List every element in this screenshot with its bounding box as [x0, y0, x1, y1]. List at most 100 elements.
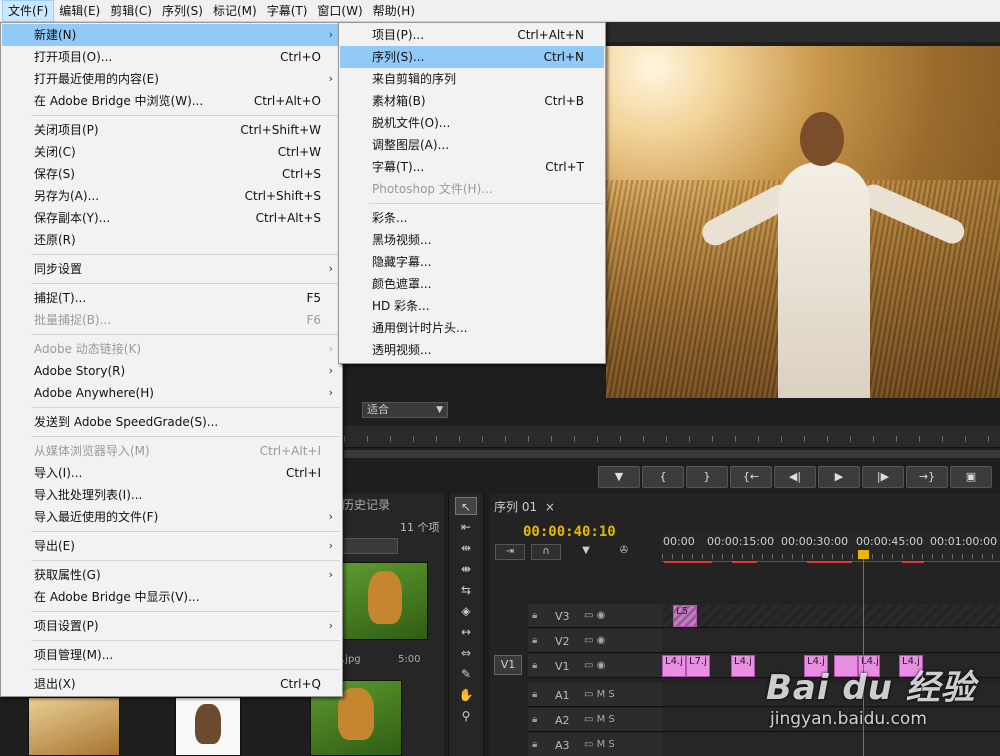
menu-item-export[interactable]: 导出(E) ›: [2, 535, 341, 557]
monitor-time-ruler[interactable]: [344, 426, 1000, 448]
playhead-handle[interactable]: [858, 550, 869, 559]
menu-file[interactable]: 文件(F): [2, 0, 55, 22]
menu-item-new[interactable]: 新建(N) ›: [2, 24, 341, 46]
thumbnail-dog-white[interactable]: [175, 697, 241, 756]
menu-item-adobe-anywhere[interactable]: Adobe Anywhere(H) ›: [2, 382, 341, 404]
track-toggles[interactable]: ▭ ◉: [584, 635, 605, 646]
menu-item-open-project[interactable]: 打开项目(O)... Ctrl+O: [2, 46, 341, 68]
menu-item-browse-bridge[interactable]: 在 Adobe Bridge 中浏览(W)... Ctrl+Alt+O: [2, 90, 341, 112]
menu-item-new-sequence[interactable]: 序列(S)... Ctrl+N: [340, 46, 604, 68]
thumbnail-dog[interactable]: [342, 562, 428, 640]
menu-item-offline-file[interactable]: 脱机文件(O)...: [340, 112, 604, 134]
timecode-display[interactable]: 00:00:40:10: [523, 524, 616, 540]
menu-marker[interactable]: 标记(M): [208, 0, 262, 22]
export-frame-icon[interactable]: ▣: [950, 466, 992, 488]
marker-icon[interactable]: ▼: [571, 544, 601, 560]
history-tab[interactable]: 历史记录: [342, 496, 390, 513]
menu-item-batch-capture[interactable]: 批量捕捉(B)... F6: [2, 309, 341, 331]
menu-window[interactable]: 窗口(W): [312, 0, 367, 22]
clip[interactable]: L5: [673, 605, 697, 627]
wrench-icon[interactable]: ✇: [609, 544, 639, 560]
menu-item-hd-bars[interactable]: HD 彩条...: [340, 295, 604, 317]
menu-item-color-matte[interactable]: 颜色遮罩...: [340, 273, 604, 295]
menu-item-capture[interactable]: 捕捉(T)... F5: [2, 287, 341, 309]
menu-item-captions[interactable]: 隐藏字幕...: [340, 251, 604, 273]
menu-sequence[interactable]: 序列(S): [157, 0, 208, 22]
track-v3[interactable]: [662, 604, 1000, 628]
rolling-edit-icon[interactable]: ⇼: [455, 560, 477, 578]
track-toggles[interactable]: ▭ M S: [584, 714, 615, 725]
menu-item-photoshop-file[interactable]: Photoshop 文件(H)...: [340, 178, 604, 200]
step-back-button[interactable]: ◀|: [774, 466, 816, 488]
menu-edit[interactable]: 编辑(E): [54, 0, 105, 22]
lock-icon[interactable]: 🔒︎: [532, 689, 537, 700]
menu-item-countdown-leader[interactable]: 通用倒计时片头...: [340, 317, 604, 339]
menu-item-import-batch[interactable]: 导入批处理列表(I)...: [2, 484, 341, 506]
menu-item-exit[interactable]: 退出(X) Ctrl+Q: [2, 673, 341, 695]
menu-item-save-as[interactable]: 另存为(A)... Ctrl+Shift+S: [2, 185, 341, 207]
track-v2[interactable]: [662, 629, 1000, 653]
menu-item-new-bin[interactable]: 素材箱(B) Ctrl+B: [340, 90, 604, 112]
menu-item-close[interactable]: 关闭(C) Ctrl+W: [2, 141, 341, 163]
play-button[interactable]: ▶: [818, 466, 860, 488]
mark-in-button[interactable]: {: [642, 466, 684, 488]
menu-item-sync-settings[interactable]: 同步设置 ›: [2, 258, 341, 280]
track-toggles[interactable]: ▭ ◉: [584, 610, 605, 621]
add-marker-button[interactable]: ▼: [598, 466, 640, 488]
zoom-fit-dropdown[interactable]: 适合 ▼: [362, 402, 448, 418]
project-dropdown[interactable]: [342, 538, 398, 554]
track-toggles[interactable]: ▭ M S: [584, 689, 615, 700]
menu-item-new-project[interactable]: 项目(P)... Ctrl+Alt+N: [340, 24, 604, 46]
snap-icon[interactable]: ⇥: [495, 544, 525, 560]
clip[interactable]: L7.j: [686, 655, 710, 677]
lock-icon[interactable]: 🔒︎: [532, 660, 537, 671]
lock-icon[interactable]: 🔒︎: [532, 635, 537, 646]
menu-item-project-settings[interactable]: 项目设置(P) ›: [2, 615, 341, 637]
menu-item-dynamic-link[interactable]: Adobe 动态链接(K) ›: [2, 338, 341, 360]
pen-icon[interactable]: ✎: [455, 665, 477, 683]
slide-icon[interactable]: ⇔: [455, 644, 477, 662]
menu-item-black-video[interactable]: 黑场视频...: [340, 229, 604, 251]
menu-item-new-title[interactable]: 字幕(T)... Ctrl+T: [340, 156, 604, 178]
go-to-out-button[interactable]: →}: [906, 466, 948, 488]
hand-icon[interactable]: ✋: [455, 686, 477, 704]
menu-item-import-media-browser[interactable]: 从媒体浏览器导入(M) Ctrl+Alt+I: [2, 440, 341, 462]
thumbnail-field[interactable]: [28, 697, 120, 756]
ripple-edit-icon[interactable]: ⇹: [455, 539, 477, 557]
track-select-icon[interactable]: ⇤: [455, 518, 477, 536]
close-icon[interactable]: ×: [545, 500, 555, 514]
source-patch-v1[interactable]: V1: [494, 655, 522, 675]
zoom-icon[interactable]: ⚲: [455, 707, 477, 725]
tab-sequence-01[interactable]: 序列 01 ×: [494, 498, 555, 515]
selection-tool-icon[interactable]: ↖: [455, 497, 477, 515]
go-to-in-button[interactable]: {←: [730, 466, 772, 488]
menu-item-import[interactable]: 导入(I)... Ctrl+I: [2, 462, 341, 484]
lock-icon[interactable]: 🔒︎: [532, 739, 537, 750]
rate-stretch-icon[interactable]: ⇆: [455, 581, 477, 599]
slip-icon[interactable]: ↔: [455, 623, 477, 641]
menu-item-adjustment-layer[interactable]: 调整图层(A)...: [340, 134, 604, 156]
link-icon[interactable]: ∩: [531, 544, 561, 560]
menu-clip[interactable]: 剪辑(C): [105, 0, 157, 22]
menu-item-project-manager[interactable]: 项目管理(M)...: [2, 644, 341, 666]
menu-item-revert[interactable]: 还原(R): [2, 229, 341, 251]
menu-item-save[interactable]: 保存(S) Ctrl+S: [2, 163, 341, 185]
mark-out-button[interactable]: }: [686, 466, 728, 488]
razor-icon[interactable]: ◈: [455, 602, 477, 620]
clip[interactable]: L4.j: [662, 655, 686, 677]
menu-title[interactable]: 字幕(T): [262, 0, 313, 22]
menu-help[interactable]: 帮助(H): [368, 0, 420, 22]
menu-item-import-recent[interactable]: 导入最近使用的文件(F) ›: [2, 506, 341, 528]
step-forward-button[interactable]: |▶: [862, 466, 904, 488]
menu-item-adobe-story[interactable]: Adobe Story(R) ›: [2, 360, 341, 382]
track-toggles[interactable]: ▭ ◉: [584, 660, 605, 671]
menu-item-get-properties[interactable]: 获取属性(G) ›: [2, 564, 341, 586]
track-toggles[interactable]: ▭ M S: [584, 739, 615, 750]
menu-item-reveal-bridge[interactable]: 在 Adobe Bridge 中显示(V)...: [2, 586, 341, 608]
monitor-scrollbar[interactable]: [344, 450, 1000, 458]
menu-item-transparent-video[interactable]: 透明视频...: [340, 339, 604, 361]
menu-item-bars-tone[interactable]: 彩条...: [340, 207, 604, 229]
menu-item-sequence-from-clip[interactable]: 来自剪辑的序列: [340, 68, 604, 90]
menu-item-save-copy[interactable]: 保存副本(Y)... Ctrl+Alt+S: [2, 207, 341, 229]
menu-item-open-recent[interactable]: 打开最近使用的内容(E) ›: [2, 68, 341, 90]
